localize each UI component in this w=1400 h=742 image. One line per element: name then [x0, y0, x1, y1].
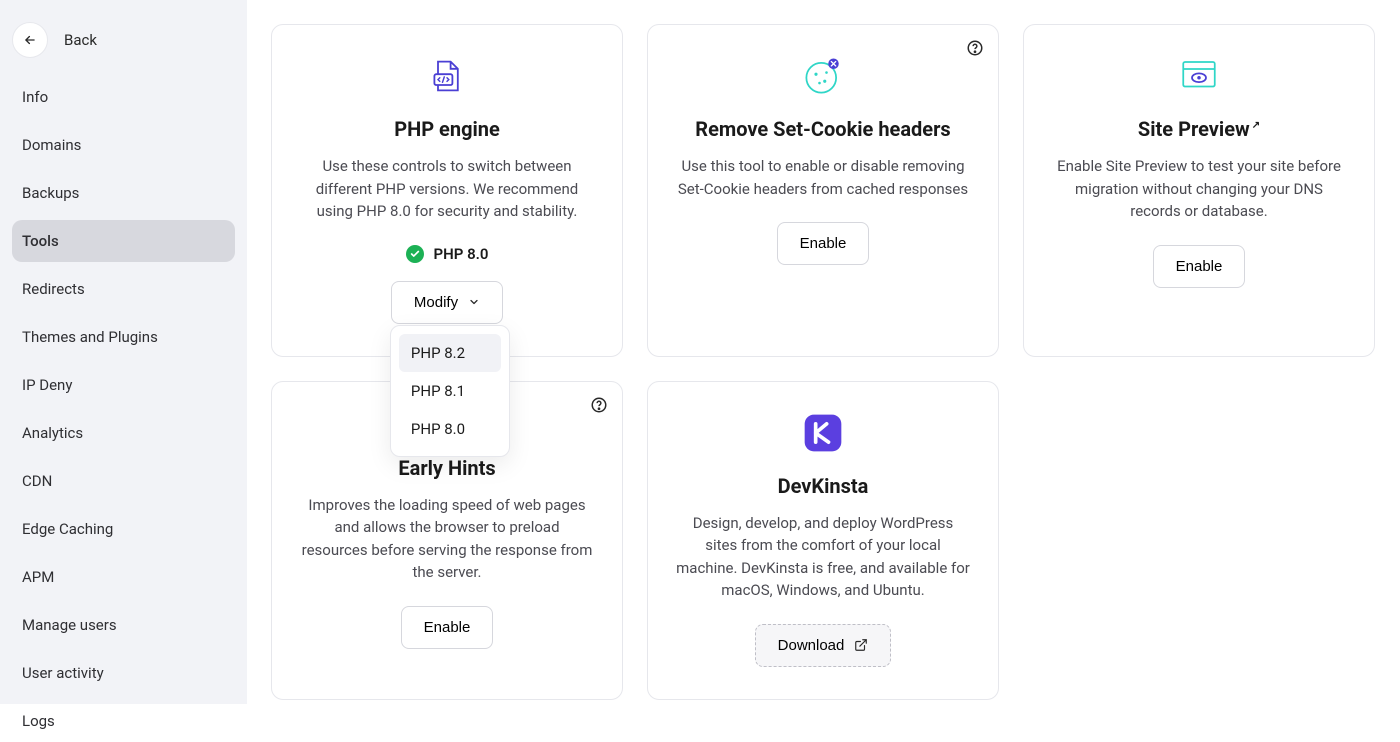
card-title: DevKinsta — [778, 474, 869, 498]
sidebar-item-edge-caching[interactable]: Edge Caching — [12, 508, 235, 550]
enable-button[interactable]: Enable — [401, 606, 494, 649]
dropdown-option[interactable]: PHP 8.0 — [399, 410, 501, 448]
cards-grid: PHP engine Use these controls to switch … — [271, 24, 1382, 700]
sidebar-item-ip-deny[interactable]: IP Deny — [12, 364, 235, 406]
modify-button-label: Modify — [414, 294, 458, 311]
card-description: Improves the loading speed of web pages … — [300, 494, 594, 584]
back-button[interactable] — [12, 22, 48, 58]
check-icon — [406, 245, 424, 263]
external-link-icon — [854, 638, 868, 652]
help-icon[interactable] — [966, 39, 984, 61]
enable-button[interactable]: Enable — [1153, 245, 1246, 288]
php-version-label: PHP 8.0 — [434, 245, 489, 263]
php-file-icon — [429, 53, 465, 99]
modify-button[interactable]: Modify — [391, 281, 503, 324]
chevron-down-icon — [468, 296, 480, 308]
main-content: PHP engine Use these controls to switch … — [247, 0, 1400, 704]
sidebar-item-logs[interactable]: Logs — [12, 700, 235, 742]
card-description: Use these controls to switch between dif… — [300, 155, 594, 223]
download-button-label: Download — [778, 637, 845, 654]
sidebar-item-tools[interactable]: Tools — [12, 220, 235, 262]
card-title: Site Preview↗ — [1138, 117, 1260, 141]
back-row: Back — [12, 10, 235, 76]
sidebar-item-cdn[interactable]: CDN — [12, 460, 235, 502]
card-devkinsta: DevKinsta Design, develop, and deploy Wo… — [647, 381, 999, 700]
sidebar-item-redirects[interactable]: Redirects — [12, 268, 235, 310]
card-title: PHP engine — [394, 117, 500, 141]
dropdown-option[interactable]: PHP 8.2 — [399, 334, 501, 372]
card-description: Design, develop, and deploy WordPress si… — [676, 512, 970, 602]
card-site-preview: Site Preview↗ Enable Site Preview to tes… — [1023, 24, 1375, 357]
enable-button[interactable]: Enable — [777, 222, 870, 265]
sidebar-item-manage-users[interactable]: Manage users — [12, 604, 235, 646]
sidebar-item-analytics[interactable]: Analytics — [12, 412, 235, 454]
dropdown-option[interactable]: PHP 8.1 — [399, 372, 501, 410]
card-title: Remove Set-Cookie headers — [695, 117, 950, 141]
arrow-left-icon — [23, 33, 37, 47]
sidebar: Back Info Domains Backups Tools Redirect… — [0, 0, 247, 704]
download-button[interactable]: Download — [755, 624, 892, 667]
modify-dropdown: PHP 8.2 PHP 8.1 PHP 8.0 — [390, 325, 510, 457]
sidebar-item-backups[interactable]: Backups — [12, 172, 235, 214]
sidebar-item-user-activity[interactable]: User activity — [12, 652, 235, 694]
modify-dropdown-wrap: Modify PHP 8.2 PHP 8.1 PHP 8.0 — [391, 281, 503, 324]
preview-icon — [1178, 53, 1220, 99]
sidebar-item-info[interactable]: Info — [12, 76, 235, 118]
help-icon[interactable] — [590, 396, 608, 418]
sidebar-nav: Info Domains Backups Tools Redirects The… — [12, 76, 235, 742]
sidebar-item-apm[interactable]: APM — [12, 556, 235, 598]
devkinsta-logo-icon — [801, 410, 845, 456]
card-description: Enable Site Preview to test your site be… — [1052, 155, 1346, 223]
card-remove-cookie: Remove Set-Cookie headers Use this tool … — [647, 24, 999, 357]
php-current-version: PHP 8.0 — [406, 245, 489, 263]
card-title: Early Hints — [398, 456, 495, 480]
card-description: Use this tool to enable or disable remov… — [676, 155, 970, 200]
card-php-engine: PHP engine Use these controls to switch … — [271, 24, 623, 357]
back-label: Back — [64, 31, 97, 49]
sidebar-item-domains[interactable]: Domains — [12, 124, 235, 166]
cookie-remove-icon — [802, 53, 844, 99]
external-indicator-icon: ↗ — [1252, 120, 1260, 131]
sidebar-item-themes-plugins[interactable]: Themes and Plugins — [12, 316, 235, 358]
